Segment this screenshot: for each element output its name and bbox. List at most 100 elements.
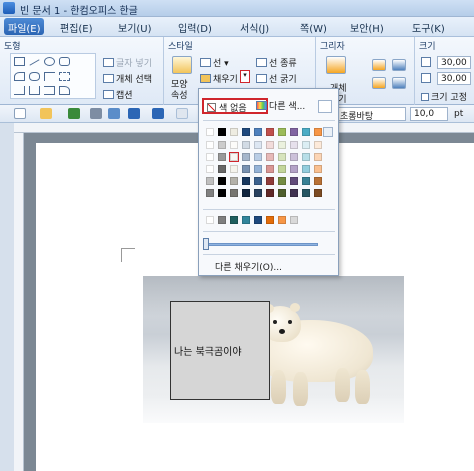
eyedropper-icon[interactable]: [318, 100, 332, 113]
transparency-slider-thumb[interactable]: [203, 238, 209, 250]
fill-button[interactable]: 채우기: [200, 72, 238, 85]
line-shape-icon[interactable]: [29, 59, 40, 66]
theme-color-swatch[interactable]: [254, 128, 262, 136]
print-icon[interactable]: [90, 108, 102, 119]
freeform-shape-icon[interactable]: [59, 72, 70, 81]
menu-page[interactable]: 쪽(W): [300, 20, 327, 35]
preview-icon[interactable]: [108, 108, 120, 119]
recent-color-swatch[interactable]: [206, 216, 214, 224]
bracket-shape-icon[interactable]: [29, 86, 40, 95]
tint-color-swatch[interactable]: [229, 152, 239, 162]
height-input[interactable]: 30,00: [437, 72, 471, 85]
menu-view[interactable]: 보기(U): [118, 20, 152, 35]
menu-tools[interactable]: 도구(K): [412, 20, 445, 35]
tint-color-swatch[interactable]: [302, 153, 310, 161]
recent-color-swatch[interactable]: [218, 216, 226, 224]
group-objects-icon[interactable]: [326, 56, 346, 74]
tint-color-swatch[interactable]: [290, 177, 298, 185]
tint-color-swatch[interactable]: [242, 141, 250, 149]
vertical-ruler[interactable]: [14, 133, 24, 471]
tint-color-swatch[interactable]: [206, 189, 214, 197]
theme-color-swatch[interactable]: [314, 128, 322, 136]
theme-color-swatch[interactable]: [242, 128, 250, 136]
recent-color-swatch[interactable]: [254, 216, 262, 224]
tint-color-swatch[interactable]: [266, 153, 274, 161]
elbow-shape-icon[interactable]: [44, 86, 55, 95]
tint-color-swatch[interactable]: [266, 189, 274, 197]
tint-color-swatch[interactable]: [230, 189, 238, 197]
tint-color-swatch[interactable]: [266, 177, 274, 185]
rectangle-shape-icon[interactable]: [14, 57, 25, 66]
recent-color-swatch[interactable]: [290, 216, 298, 224]
tint-color-swatch[interactable]: [302, 165, 310, 173]
fixed-size-checkbox[interactable]: 크기 고정: [421, 90, 467, 103]
theme-color-swatch[interactable]: [290, 128, 298, 136]
theme-color-swatch[interactable]: [266, 128, 274, 136]
fill-dropdown-arrow[interactable]: ▾: [240, 70, 250, 83]
font-size-input[interactable]: 10,0: [410, 107, 448, 121]
tint-color-swatch[interactable]: [314, 189, 322, 197]
tint-color-swatch[interactable]: [290, 153, 298, 161]
redo-icon[interactable]: [152, 108, 164, 119]
tint-color-swatch[interactable]: [314, 141, 322, 149]
tint-color-swatch[interactable]: [242, 177, 250, 185]
palette-scroll-arrow[interactable]: [323, 127, 333, 137]
theme-color-swatch[interactable]: [230, 128, 238, 136]
tint-color-swatch[interactable]: [278, 189, 286, 197]
tint-color-swatch[interactable]: [218, 141, 226, 149]
tint-color-swatch[interactable]: [254, 153, 262, 161]
tint-color-swatch[interactable]: [206, 141, 214, 149]
menu-file[interactable]: 파일(E): [4, 18, 44, 35]
style-icon[interactable]: [176, 108, 188, 119]
open-folder-icon[interactable]: [40, 108, 52, 119]
text-box-button[interactable]: 글자 넣기: [103, 56, 152, 69]
theme-color-swatch[interactable]: [302, 128, 310, 136]
tint-color-swatch[interactable]: [218, 189, 226, 197]
recent-color-swatch[interactable]: [266, 216, 274, 224]
tint-color-swatch[interactable]: [218, 153, 226, 161]
tint-color-swatch[interactable]: [302, 141, 310, 149]
new-document-icon[interactable]: [14, 108, 26, 119]
undo-icon[interactable]: [128, 108, 140, 119]
more-shapes-icon[interactable]: [59, 86, 70, 95]
tint-color-swatch[interactable]: [254, 141, 262, 149]
tint-color-swatch[interactable]: [302, 177, 310, 185]
shape-properties-icon[interactable]: [172, 56, 192, 74]
tint-color-swatch[interactable]: [230, 177, 238, 185]
tint-color-swatch[interactable]: [266, 165, 274, 173]
tint-color-swatch[interactable]: [266, 141, 274, 149]
caption-button[interactable]: 캡션: [103, 88, 133, 101]
tint-color-swatch[interactable]: [254, 165, 262, 173]
line-type-button[interactable]: 선 종류: [256, 56, 297, 69]
tint-color-swatch[interactable]: [302, 189, 310, 197]
align-icon[interactable]: [392, 59, 406, 71]
tint-color-swatch[interactable]: [242, 189, 250, 197]
transparency-slider[interactable]: [206, 243, 318, 246]
tint-color-swatch[interactable]: [230, 141, 238, 149]
more-fill-button[interactable]: 다른 채우기(O)...: [215, 260, 282, 273]
menu-insert[interactable]: 입력(D): [178, 20, 212, 35]
ellipse-shape-icon[interactable]: [44, 57, 55, 66]
tint-color-swatch[interactable]: [314, 153, 322, 161]
line-thickness-button[interactable]: 선 굵기: [256, 72, 297, 85]
menu-edit[interactable]: 편집(E): [60, 20, 93, 35]
tint-color-swatch[interactable]: [230, 165, 238, 173]
tint-color-swatch[interactable]: [242, 165, 250, 173]
theme-color-swatch[interactable]: [206, 128, 214, 136]
menu-security[interactable]: 보안(H): [350, 20, 384, 35]
tint-color-swatch[interactable]: [218, 165, 226, 173]
bring-forward-icon[interactable]: [372, 59, 386, 71]
arc-shape-icon[interactable]: [14, 72, 25, 81]
tint-color-swatch[interactable]: [218, 177, 226, 185]
tint-color-swatch[interactable]: [314, 165, 322, 173]
shape-gallery[interactable]: [10, 53, 96, 99]
tint-color-swatch[interactable]: [278, 177, 286, 185]
tint-color-swatch[interactable]: [290, 189, 298, 197]
rounded-rect-shape-icon[interactable]: [59, 57, 70, 66]
theme-color-swatch[interactable]: [218, 128, 226, 136]
connector-shape-icon[interactable]: [14, 86, 25, 95]
object-select-button[interactable]: 개체 선택: [103, 72, 152, 85]
recent-color-swatch[interactable]: [230, 216, 238, 224]
tint-color-swatch[interactable]: [290, 141, 298, 149]
rotate-icon[interactable]: [392, 77, 406, 89]
